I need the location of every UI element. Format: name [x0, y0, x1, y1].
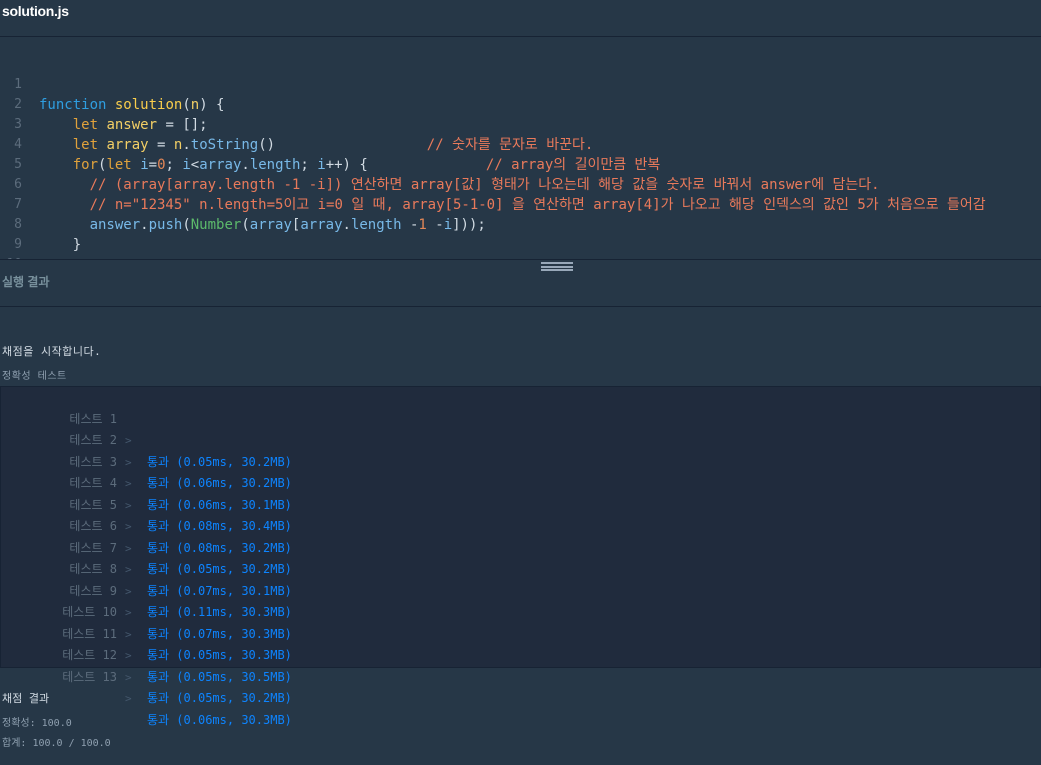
test-result: 통과 (0.05ms, 30.5MB) [147, 669, 292, 684]
test-label: 테스트 13 [62, 669, 117, 684]
code-line: 6 // n="12345" n.length=5이고 i=0 일 때, arr… [0, 155, 1041, 213]
test-result: 통과 (0.05ms, 30.2MB) [147, 691, 292, 705]
test-row: 테스트 3 > 통과 (0.06ms, 30.1MB) [1, 430, 1041, 512]
code-line: 2 let answer = []; [0, 75, 1041, 133]
result-divider [0, 306, 1041, 307]
code-line: 9 return answer; [0, 215, 1041, 260]
file-header: solution.js [0, 0, 1041, 37]
accuracy-test-header: 정확성 테스트 [2, 371, 67, 382]
result-tab-label: 실행 결과 [2, 275, 50, 289]
resize-handle[interactable] [541, 262, 573, 271]
grading-result-title: 채점 결과 [2, 692, 50, 705]
test-row: 테스트 13 > 통과 (0.06ms, 30.3MB) [1, 645, 1041, 727]
code-line: 8 } [0, 195, 1041, 253]
total-score: 합계: 100.0 / 100.0 [2, 738, 111, 749]
test-row: 테스트 5 > 통과 (0.08ms, 30.2MB) [1, 473, 1041, 555]
chevron-right-icon: > [125, 670, 132, 684]
test-result: 통과 (0.06ms, 30.3MB) [147, 712, 292, 727]
code-line: 7 answer.push(Number(array[array.length … [0, 175, 1041, 233]
file-name: solution.js [2, 3, 69, 19]
code-line: 10 } [0, 235, 1041, 260]
code-line: 5 // (array[array.length -1 -i]) 연산하면 ar… [0, 135, 1041, 193]
test-row: 테스트 6 > 통과 (0.05ms, 30.2MB) [1, 495, 1041, 576]
accuracy-score: 정확성: 100.0 [2, 718, 72, 729]
code-line: 3 let array = n.toString() // 숫자를 문자로 바꾼… [0, 95, 1041, 153]
test-row: 테스트 8 > 통과 (0.11ms, 30.3MB) [1, 538, 1041, 619]
test-results-list: 테스트 1 > 통과 (0.05ms, 30.2MB) 테스트 2 > 통과 (… [0, 386, 1041, 727]
chevron-right-icon: > [125, 692, 132, 705]
test-row: 테스트 2 > 통과 (0.06ms, 30.2MB) [1, 409, 1041, 490]
code-line: 1 function solution(n) { [0, 55, 1041, 113]
test-row: 테스트 7 > 통과 (0.07ms, 30.1MB) [1, 516, 1041, 598]
test-row: 테스트 12 > 통과 (0.05ms, 30.2MB) [1, 624, 1041, 705]
code-editor[interactable]: 1 function solution(n) { 2 let answer = … [0, 38, 1041, 260]
test-row: 테스트 11 > 통과 (0.05ms, 30.5MB) [1, 602, 1041, 684]
test-row: 테스트 4 > 통과 (0.08ms, 30.4MB) [1, 452, 1041, 533]
test-row: 테스트 10 > 통과 (0.05ms, 30.3MB) [1, 581, 1041, 662]
code-line: 4 for(let i=0; i<array.length; i++) { //… [0, 115, 1041, 173]
grading-start-text: 채점을 시작합니다. [2, 345, 102, 358]
test-row: 테스트 1 > 통과 (0.05ms, 30.2MB) [1, 387, 1041, 469]
test-row: 테스트 9 > 통과 (0.07ms, 30.3MB) [1, 559, 1041, 641]
panel-splitter [0, 259, 1041, 260]
